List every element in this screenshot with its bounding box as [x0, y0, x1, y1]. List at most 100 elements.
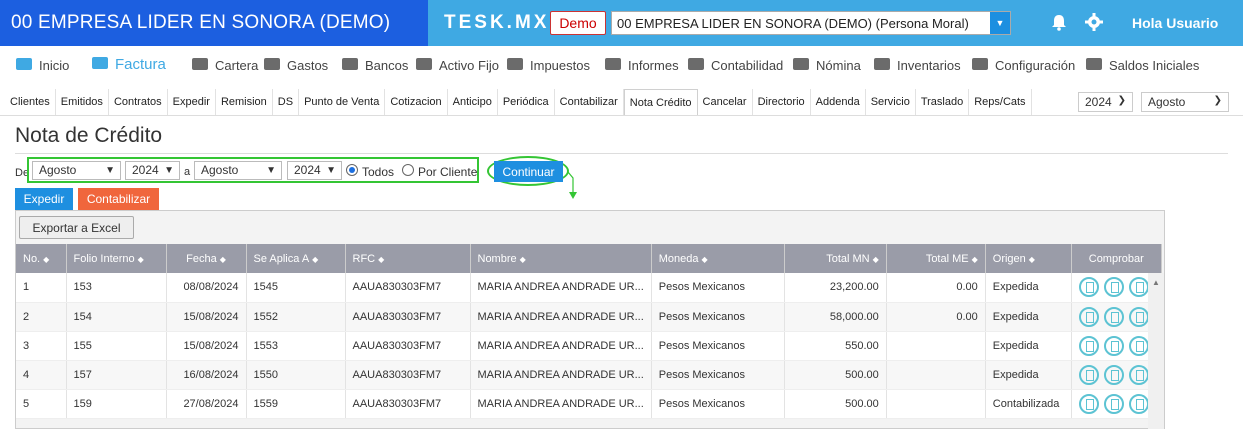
cart-icon: [262, 55, 284, 75]
column-header[interactable]: No. ◆: [16, 244, 67, 273]
contabilizar-button[interactable]: Contabilizar: [78, 188, 159, 210]
brand-logo[interactable]: TESK.MX: [444, 12, 550, 34]
mail-icon[interactable]: [1128, 364, 1149, 385]
table-row[interactable]: 4 157 16/08/2024 1550 AAUA830303FM7 MARIA AND…: [16, 360, 1162, 390]
column-header[interactable]: Total MN ◆: [784, 244, 887, 273]
scroll-up-icon[interactable]: ▲: [1152, 278, 1160, 287]
export-excel-button[interactable]: Exportar a Excel: [19, 216, 134, 239]
user-greeting[interactable]: Hola Usuario: [1132, 15, 1218, 31]
table-row[interactable]: 1 153 08/08/2024 1545 AAUA830303FM7 MARIA AND…: [16, 273, 1162, 303]
from-month-select[interactable]: Agosto ▼: [32, 161, 121, 180]
sort-icon[interactable]: ◆: [1029, 255, 1035, 264]
tab-peri-dica[interactable]: Periódica: [498, 89, 555, 115]
tab-traslado[interactable]: Traslado: [916, 89, 970, 115]
column-header[interactable]: Total ME ◆: [886, 244, 986, 273]
month-select[interactable]: Agosto ❯: [1141, 92, 1229, 112]
column-header[interactable]: Fecha ◆: [166, 244, 247, 273]
tab-directorio[interactable]: Directorio: [753, 89, 811, 115]
tab-nota-cr-dito[interactable]: Nota Crédito: [623, 89, 698, 115]
pdf-icon[interactable]: [1078, 364, 1099, 385]
tab-clientes[interactable]: Clientes: [5, 89, 56, 115]
radio-todos[interactable]: [346, 164, 358, 176]
column-header[interactable]: Se Aplica A ◆: [246, 244, 346, 273]
tab-contratos[interactable]: Contratos: [109, 89, 168, 115]
tab-expedir[interactable]: Expedir: [168, 89, 216, 115]
radio-por-cliente-label[interactable]: Por Cliente: [418, 165, 477, 179]
column-header[interactable]: Comprobar: [1071, 244, 1162, 273]
xml-icon[interactable]: [1103, 364, 1124, 385]
table-row[interactable]: 2 154 15/08/2024 1552 AAUA830303FM7 MARIA AND…: [16, 302, 1162, 332]
pdf-icon[interactable]: [1078, 306, 1099, 327]
wrench-icon: [970, 55, 992, 75]
module-activo-fijo[interactable]: Activo Fijo: [414, 55, 499, 75]
module-label: Informes: [628, 57, 679, 73]
year-select[interactable]: 2024 ❯: [1078, 92, 1133, 112]
module-configuraci-n[interactable]: Configuración: [970, 55, 1075, 75]
to-year-select[interactable]: 2024 ▼: [287, 161, 342, 180]
module-informes[interactable]: Informes: [603, 55, 679, 75]
module-gastos[interactable]: Gastos: [262, 55, 328, 75]
pdf-icon[interactable]: [1078, 335, 1099, 356]
mail-icon[interactable]: [1128, 277, 1149, 298]
tab-punto-de-venta[interactable]: Punto de Venta: [299, 89, 386, 115]
table-cell: 0.00: [886, 273, 986, 303]
xml-icon[interactable]: [1103, 393, 1124, 414]
sort-icon[interactable]: ◆: [220, 255, 226, 264]
sort-icon[interactable]: ◆: [972, 255, 978, 264]
table-row[interactable]: 5 159 27/08/2024 1559 AAUA830303FM7 MARIA AND…: [16, 389, 1162, 419]
tab-servicio[interactable]: Servicio: [866, 89, 916, 115]
module-cartera[interactable]: Cartera: [190, 55, 258, 75]
mail-icon[interactable]: [1128, 393, 1149, 414]
table-row[interactable]: 3 155 15/08/2024 1553 AAUA830303FM7 MARIA AND…: [16, 331, 1162, 361]
module-contabilidad[interactable]: Contabilidad: [686, 55, 783, 75]
table-cell: 157: [66, 360, 167, 390]
mail-icon[interactable]: [1128, 306, 1149, 327]
sort-icon[interactable]: ◆: [312, 255, 318, 264]
xml-icon[interactable]: [1103, 277, 1124, 298]
column-header[interactable]: RFC ◆: [345, 244, 471, 273]
tab-cotizacion[interactable]: Cotizacion: [385, 89, 448, 115]
to-month-select[interactable]: Agosto ▼: [194, 161, 282, 180]
sort-icon[interactable]: ◆: [873, 255, 879, 264]
expedir-button[interactable]: Expedir: [15, 188, 73, 210]
sort-icon[interactable]: ◆: [378, 255, 384, 264]
pdf-icon[interactable]: [1078, 393, 1099, 414]
gear-icon[interactable]: [1084, 12, 1104, 32]
radio-todos-label[interactable]: Todos: [362, 165, 394, 179]
module-inventarios[interactable]: Inventarios: [872, 55, 961, 75]
scrollbar[interactable]: ▲: [1148, 273, 1164, 429]
module-factura[interactable]: Factura: [90, 54, 166, 74]
continue-button[interactable]: Continuar: [494, 161, 563, 182]
column-header[interactable]: Moneda ◆: [651, 244, 785, 273]
module-inicio[interactable]: Inicio: [14, 55, 69, 75]
column-header[interactable]: Origen ◆: [985, 244, 1072, 273]
tab-reps-cats[interactable]: Reps/Cats: [969, 89, 1032, 115]
radio-por-cliente[interactable]: [402, 164, 414, 176]
column-header[interactable]: Nombre ◆: [470, 244, 652, 273]
xml-icon[interactable]: [1103, 306, 1124, 327]
tab-contabilizar[interactable]: Contabilizar: [555, 89, 624, 115]
tab-remision[interactable]: Remision: [216, 89, 273, 115]
pdf-icon[interactable]: [1078, 277, 1099, 298]
module-impuestos[interactable]: Impuestos: [505, 55, 590, 75]
chevron-down-icon: ▼: [266, 165, 276, 176]
module-bancos[interactable]: Bancos: [340, 55, 408, 75]
module-saldos-iniciales[interactable]: Saldos Iniciales: [1084, 55, 1199, 75]
sort-icon[interactable]: ◆: [43, 255, 49, 264]
module-n-mina[interactable]: Nómina: [791, 55, 861, 75]
company-select[interactable]: 00 EMPRESA LIDER EN SONORA (DEMO) (Perso…: [611, 11, 1011, 35]
tab-ds[interactable]: DS: [273, 89, 300, 115]
bell-icon[interactable]: [1050, 13, 1068, 31]
from-year-select[interactable]: 2024 ▼: [125, 161, 180, 180]
sort-icon[interactable]: ◆: [702, 255, 708, 264]
column-header[interactable]: Folio Interno ◆: [66, 244, 167, 273]
sort-icon[interactable]: ◆: [520, 255, 526, 264]
mail-icon[interactable]: [1128, 335, 1149, 356]
sort-icon[interactable]: ◆: [138, 255, 144, 264]
tab-anticipo[interactable]: Anticipo: [448, 89, 498, 115]
tab-addenda[interactable]: Addenda: [811, 89, 866, 115]
xml-icon[interactable]: [1103, 335, 1124, 356]
chevron-down-icon[interactable]: ▼: [990, 12, 1010, 34]
tab-cancelar[interactable]: Cancelar: [698, 89, 753, 115]
tab-emitidos[interactable]: Emitidos: [56, 89, 109, 115]
